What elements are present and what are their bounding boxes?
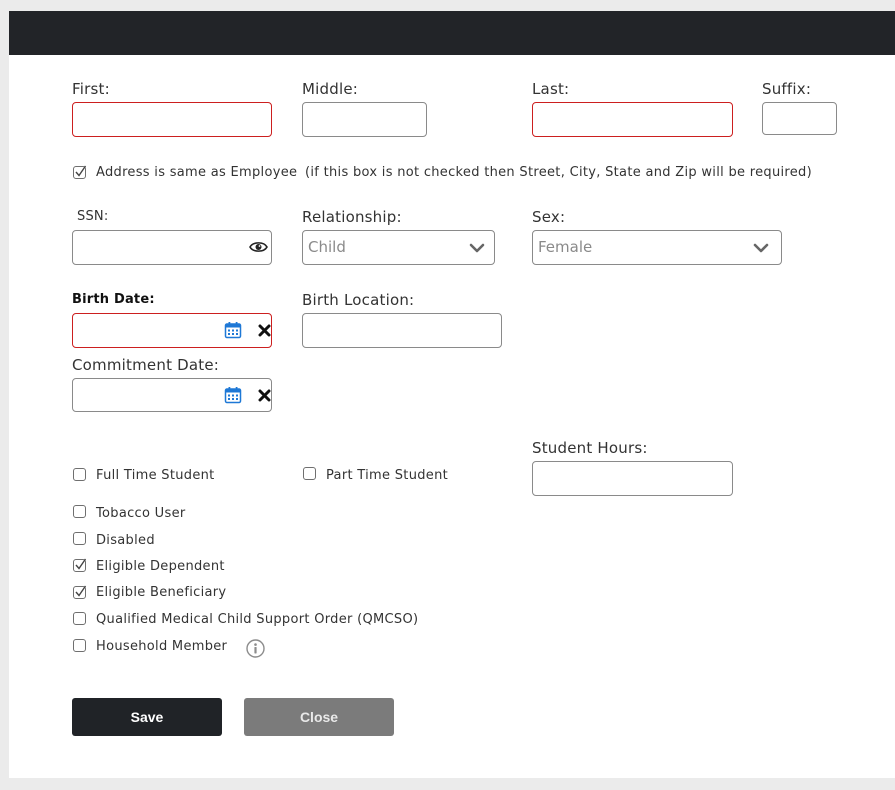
calendar-icon[interactable]: [224, 386, 242, 404]
relationship-label: Relationship:: [302, 208, 402, 226]
full-time-student-checkbox[interactable]: [73, 468, 86, 481]
checkmark-icon: [75, 165, 87, 177]
address-same-checkbox[interactable]: [73, 165, 87, 179]
middle-name-label: Middle:: [302, 80, 359, 98]
sex-value: Female: [538, 238, 593, 256]
birth-date-input[interactable]: [72, 313, 272, 348]
relationship-select[interactable]: Child: [302, 230, 495, 265]
tobacco-user-checkbox[interactable]: [73, 505, 86, 518]
last-name-label: Last:: [532, 80, 570, 98]
eligible-dependent-checkbox[interactable]: [73, 558, 87, 572]
commitment-date-label: Commitment Date:: [72, 356, 220, 374]
checkmark-icon: [75, 558, 87, 570]
eligible-beneficiary-label: Eligible Beneficiary: [96, 585, 227, 600]
suffix-input[interactable]: [762, 102, 837, 135]
info-icon[interactable]: [246, 639, 265, 658]
disabled-label: Disabled: [96, 533, 155, 548]
household-member-checkbox[interactable]: [73, 639, 86, 652]
sex-select[interactable]: Female: [532, 230, 782, 265]
part-time-student-label: Part Time Student: [326, 468, 449, 483]
first-name-input[interactable]: [72, 102, 272, 137]
student-hours-input[interactable]: [532, 461, 733, 496]
student-hours-label: Student Hours:: [532, 439, 648, 457]
ssn-input[interactable]: [72, 230, 272, 265]
close-icon[interactable]: [258, 389, 271, 402]
eligible-beneficiary-checkbox[interactable]: [73, 585, 87, 599]
chevron-down-icon: [469, 243, 485, 253]
part-time-student-checkbox[interactable]: [303, 467, 316, 480]
checkmark-icon: [75, 585, 87, 597]
first-name-label: First:: [72, 80, 110, 98]
disabled-checkbox[interactable]: [73, 532, 86, 545]
relationship-value: Child: [308, 238, 346, 256]
address-same-note: (if this box is not checked then Street,…: [305, 165, 812, 180]
eye-icon[interactable]: [249, 240, 268, 254]
middle-name-input[interactable]: [302, 102, 427, 137]
last-name-input[interactable]: [532, 102, 733, 137]
sex-label: Sex:: [532, 208, 566, 226]
qmcso-label: Qualified Medical Child Support Order (Q…: [96, 612, 419, 627]
address-same-label: Address is same as Employee: [96, 165, 298, 180]
full-time-student-label: Full Time Student: [96, 468, 215, 483]
birth-location-input[interactable]: [302, 313, 502, 348]
tobacco-user-label: Tobacco User: [96, 506, 186, 521]
save-button[interactable]: Save: [72, 698, 222, 736]
commitment-date-input[interactable]: [72, 378, 272, 412]
header-bar: [9, 11, 895, 55]
household-member-label: Household Member: [96, 639, 228, 654]
qmcso-checkbox[interactable]: [73, 612, 86, 625]
close-button[interactable]: Close: [244, 698, 394, 736]
birth-date-label: Birth Date:: [72, 292, 155, 307]
chevron-down-icon: [753, 243, 769, 253]
ssn-label: SSN:: [77, 209, 109, 224]
eligible-dependent-label: Eligible Dependent: [96, 559, 225, 574]
calendar-icon[interactable]: [224, 321, 242, 339]
close-icon[interactable]: [258, 324, 271, 337]
birth-location-label: Birth Location:: [302, 291, 415, 309]
suffix-label: Suffix:: [762, 80, 812, 98]
